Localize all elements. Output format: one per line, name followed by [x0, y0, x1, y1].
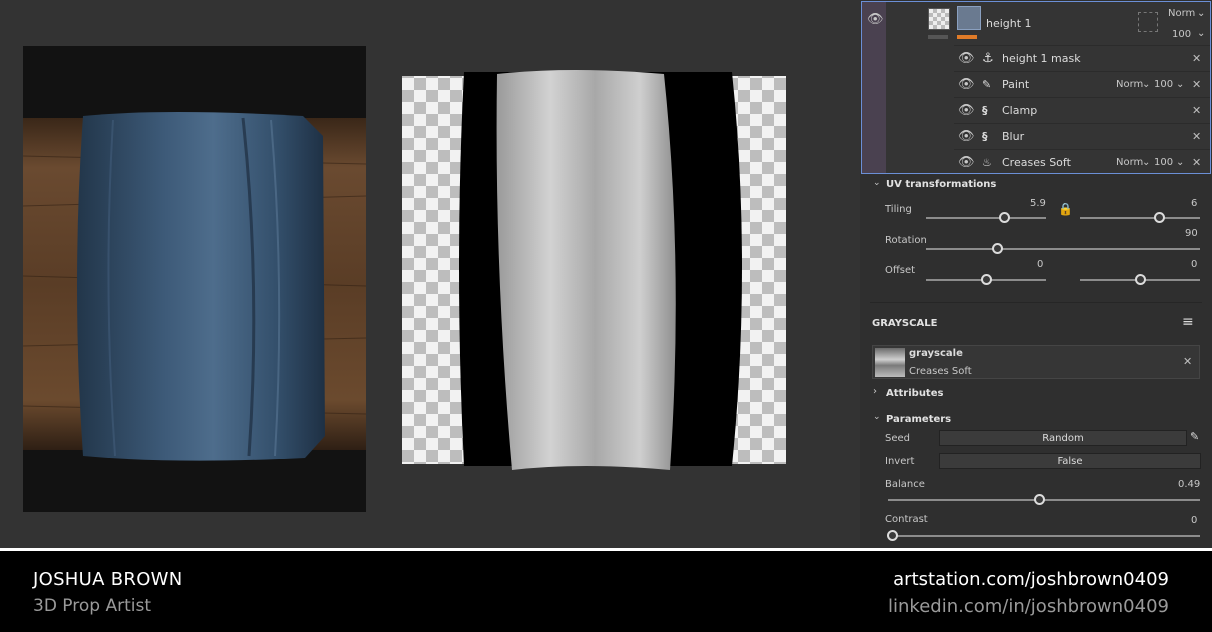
artstation-link[interactable]: artstation.com/joshbrown0409	[893, 569, 1169, 590]
chevron-right-icon[interactable]: ›	[873, 386, 877, 397]
uv-section-title[interactable]: UV transformations	[886, 179, 996, 190]
balance-knob[interactable]	[1034, 494, 1045, 505]
effect-name: height 1 mask	[1002, 51, 1081, 65]
eye-icon[interactable]: 👁	[958, 77, 975, 92]
seed-label: Seed	[885, 433, 910, 444]
layer-thumb-mask	[957, 6, 981, 30]
eye-icon[interactable]: 👁	[958, 51, 975, 66]
offset-u-value[interactable]: 0	[1037, 259, 1043, 270]
rotation-knob[interactable]	[992, 243, 1003, 254]
layer-opacity[interactable]: 100	[1172, 29, 1191, 40]
pencil-icon[interactable]: ✎	[1190, 430, 1199, 443]
resource-thumbnail	[875, 348, 905, 377]
resource-subtitle: Creases Soft	[909, 366, 972, 377]
chevron-down-icon[interactable]: ⌄	[1176, 79, 1184, 90]
properties-panel: 👁 height 1 Norm ⌄ 100 ⌄ 👁 ⚓ height 1 mas…	[860, 0, 1212, 548]
close-icon[interactable]: ✕	[1192, 52, 1201, 65]
chevron-down-icon[interactable]: ⌄	[1176, 157, 1184, 168]
attributes-section-title[interactable]: Attributes	[886, 388, 943, 399]
layer-thumb-checker	[928, 8, 950, 30]
contrast-label: Contrast	[885, 514, 928, 525]
effect-blend-mode[interactable]: Norm	[1116, 157, 1143, 168]
chevron-down-icon[interactable]: ⌄	[873, 412, 881, 422]
balance-label: Balance	[885, 479, 925, 490]
layer-name[interactable]: height 1	[986, 17, 1032, 30]
effect-name: Blur	[1002, 129, 1025, 143]
tiling-v-value[interactable]: 6	[1191, 198, 1197, 209]
grayscale-section-title: GRAYSCALE	[872, 318, 938, 329]
texture-preview	[402, 70, 786, 470]
artist-role: 3D Prop Artist	[33, 596, 152, 616]
tiling-u-slider[interactable]	[926, 217, 1046, 219]
brush-icon: ✎	[982, 77, 992, 91]
contrast-knob[interactable]	[887, 530, 898, 541]
contrast-value[interactable]: 0	[1191, 515, 1197, 526]
effect-opacity[interactable]: 100	[1154, 79, 1173, 90]
balance-value[interactable]: 0.49	[1178, 479, 1200, 490]
effect-blend-mode[interactable]: Norm	[1116, 79, 1143, 90]
close-icon[interactable]: ✕	[1192, 78, 1201, 91]
offset-v-knob[interactable]	[1135, 274, 1146, 285]
chevron-down-icon[interactable]: ⌄	[873, 178, 881, 188]
lock-icon[interactable]: 🔒	[1058, 202, 1073, 216]
eye-icon[interactable]: 👁	[958, 103, 975, 118]
viewport-2d[interactable]	[402, 66, 786, 471]
layer-stack: 👁 height 1 Norm ⌄ 100 ⌄ 👁 ⚓ height 1 mas…	[861, 1, 1211, 174]
tiling-u-knob[interactable]	[999, 212, 1010, 223]
layer-mask-placeholder	[1138, 12, 1158, 32]
fill-icon: ♨	[982, 155, 992, 169]
effect-row-paint[interactable]: 👁 ✎ Paint Norm ⌄ 100 ⌄ ✕	[862, 71, 1210, 97]
parameters-section-title[interactable]: Parameters	[886, 414, 951, 425]
pipe-render	[23, 112, 366, 461]
rotation-label: Rotation	[885, 235, 927, 246]
effect-row-blur[interactable]: 👁 § Blur ✕	[862, 123, 1210, 149]
eye-icon[interactable]: 👁	[958, 155, 975, 170]
filter-icon: §	[982, 103, 988, 117]
layer-color-tag	[957, 35, 977, 39]
effect-name: Paint	[1002, 77, 1030, 91]
tiling-v-knob[interactable]	[1154, 212, 1165, 223]
viewport-3d[interactable]	[23, 46, 366, 512]
menu-list-icon[interactable]: ≡	[1182, 314, 1194, 330]
tiling-v-slider[interactable]	[1080, 217, 1200, 219]
resource-name: grayscale	[909, 348, 963, 359]
tiling-u-value[interactable]: 5.9	[1030, 198, 1046, 209]
effect-row-clamp[interactable]: 👁 § Clamp ✕	[862, 97, 1210, 123]
offset-v-value[interactable]: 0	[1191, 259, 1197, 270]
chevron-down-icon[interactable]: ⌄	[1197, 8, 1205, 19]
close-icon[interactable]: ✕	[1192, 130, 1201, 143]
divider	[870, 302, 1202, 303]
artist-name: JOSHUA BROWN	[33, 569, 183, 590]
close-icon[interactable]: ✕	[1192, 104, 1201, 117]
footer-banner: JOSHUA BROWN 3D Prop Artist artstation.c…	[0, 548, 1212, 632]
chevron-down-icon[interactable]: ⌄	[1197, 28, 1205, 39]
offset-label: Offset	[885, 265, 916, 276]
close-icon[interactable]: ✕	[1192, 156, 1201, 169]
effect-name: Clamp	[1002, 103, 1038, 117]
app-window: 👁 height 1 Norm ⌄ 100 ⌄ 👁 ⚓ height 1 mas…	[0, 0, 1212, 632]
eye-icon[interactable]: 👁	[958, 129, 975, 144]
rotation-value[interactable]: 90	[1185, 228, 1198, 239]
eye-icon[interactable]: 👁	[867, 12, 884, 27]
invert-field[interactable]: False	[939, 453, 1201, 469]
contrast-slider[interactable]	[888, 535, 1200, 537]
tiling-label: Tiling	[885, 204, 912, 215]
offset-u-knob[interactable]	[981, 274, 992, 285]
effect-opacity[interactable]: 100	[1154, 157, 1173, 168]
linkedin-link[interactable]: linkedin.com/in/joshbrown0409	[888, 596, 1169, 617]
chevron-down-icon[interactable]: ⌄	[1142, 157, 1150, 168]
filter-icon: §	[982, 129, 988, 143]
seed-field[interactable]: Random	[939, 430, 1187, 446]
anchor-icon: ⚓	[982, 50, 994, 66]
chevron-down-icon[interactable]: ⌄	[1142, 79, 1150, 90]
effect-row-creases[interactable]: 👁 ♨ Creases Soft Norm ⌄ 100 ⌄ ✕	[862, 149, 1210, 175]
close-icon[interactable]: ✕	[1183, 355, 1192, 368]
effect-name: Creases Soft	[1002, 155, 1071, 169]
rotation-slider[interactable]	[926, 248, 1200, 250]
layer-blend-mode[interactable]: Norm	[1168, 8, 1195, 19]
effect-row-mask[interactable]: 👁 ⚓ height 1 mask ✕	[862, 45, 1210, 71]
layer-color-tag-gray	[928, 35, 948, 39]
grayscale-resource[interactable]: grayscale Creases Soft ✕	[872, 345, 1200, 379]
invert-label: Invert	[885, 456, 915, 467]
